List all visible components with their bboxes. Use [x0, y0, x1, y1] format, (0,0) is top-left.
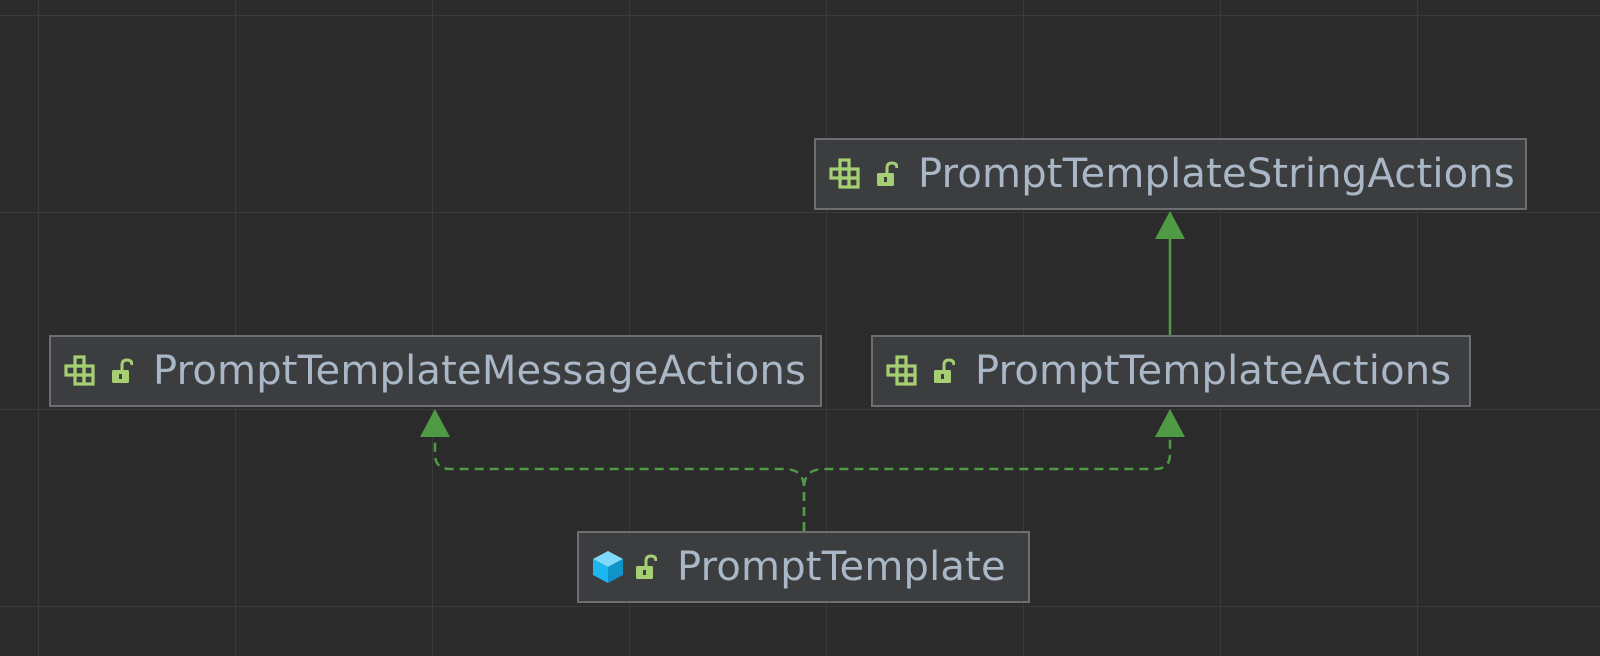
node-prompt-template-actions[interactable]: PromptTemplateActions	[871, 335, 1471, 407]
node-label: PromptTemplateMessageActions	[153, 348, 807, 394]
unlocked-icon	[876, 161, 898, 187]
node-label: PromptTemplateStringActions	[918, 151, 1515, 197]
node-prompt-template-message-actions[interactable]: PromptTemplateMessageActions	[49, 335, 822, 407]
unlocked-icon	[111, 358, 133, 384]
edge-prompt-to-actions	[802, 436, 1172, 531]
edge-prompt-implements	[433, 436, 1172, 531]
arrowhead	[1155, 211, 1185, 239]
edge-prompt-to-message	[433, 436, 806, 531]
interface-icon	[828, 158, 866, 190]
unlocked-icon	[933, 358, 955, 384]
node-prompt-template[interactable]: PromptTemplate	[577, 531, 1030, 603]
arrowhead	[1155, 409, 1185, 437]
edge-actions-to-strings	[1155, 211, 1185, 335]
unlocked-icon	[635, 554, 657, 580]
node-label: PromptTemplate	[677, 544, 1006, 590]
node-label: PromptTemplateActions	[975, 348, 1452, 394]
interface-icon	[63, 355, 101, 387]
diagram-canvas: PromptTemplateStringActions PromptTempla…	[0, 0, 1600, 656]
node-prompt-template-string-actions[interactable]: PromptTemplateStringActions	[814, 138, 1527, 210]
arrowhead	[420, 409, 450, 437]
class-cube-icon	[591, 549, 625, 585]
interface-icon	[885, 355, 923, 387]
